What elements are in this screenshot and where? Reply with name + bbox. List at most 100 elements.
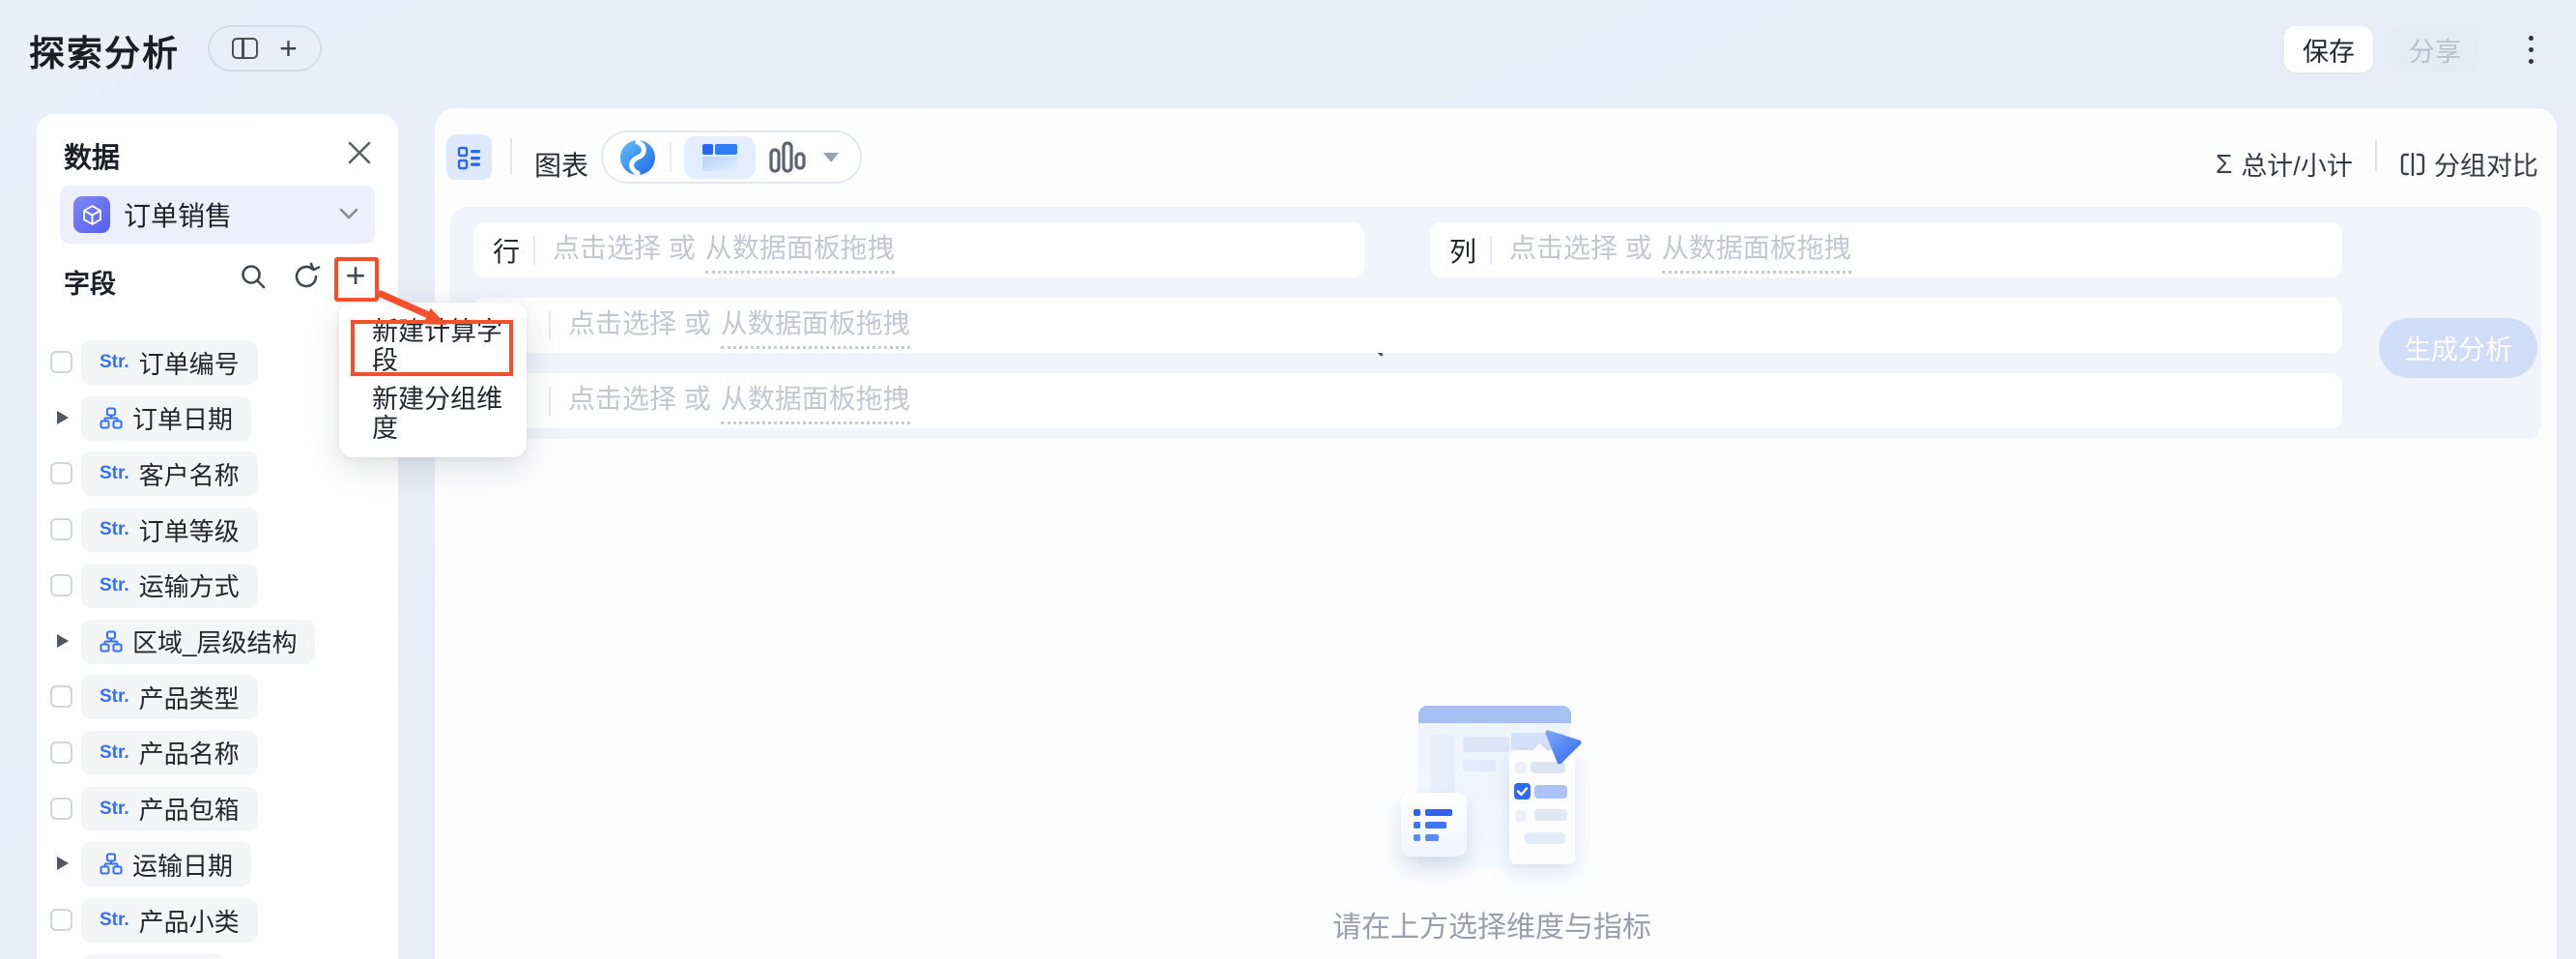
field-config-button[interactable] bbox=[446, 134, 492, 180]
column-shelf-placeholder: 点击选择 或 从数据面板拖拽 bbox=[1509, 227, 1851, 274]
dataset-name: 订单销售 bbox=[124, 201, 233, 231]
field-pill[interactable]: Str. 产品类型 bbox=[81, 675, 258, 720]
empty-state-caption: 请在上方选择维度与指标 bbox=[1332, 912, 1651, 944]
more-menu-icon[interactable] bbox=[2529, 36, 2533, 64]
field-checkbox[interactable] bbox=[50, 741, 72, 764]
string-type-badge: Str. bbox=[100, 798, 129, 819]
field-name: 运输方式 bbox=[138, 572, 240, 602]
dataset-selector[interactable]: 订单销售 bbox=[60, 186, 375, 244]
group-compare-toggle[interactable]: 分组对比 bbox=[2400, 145, 2538, 183]
add-view-icon[interactable]: + bbox=[279, 33, 298, 64]
field-checkbox[interactable] bbox=[50, 797, 72, 820]
expand-arrow-icon[interactable] bbox=[57, 633, 69, 648]
field-checkbox[interactable] bbox=[50, 462, 72, 485]
field-pill[interactable]: Str. 运输方式 bbox=[81, 563, 258, 608]
bar-chart-icon[interactable] bbox=[768, 140, 807, 174]
page-title: 探索分析 bbox=[29, 34, 180, 73]
field-checkbox[interactable] bbox=[50, 351, 72, 373]
field-checkbox[interactable] bbox=[50, 685, 72, 709]
sigma-icon: Σ bbox=[2216, 148, 2233, 179]
field-row: Str. 产品包箱 bbox=[37, 786, 398, 831]
string-type-badge: Str. bbox=[100, 463, 129, 484]
toolbar-divider bbox=[510, 138, 512, 175]
field-checkbox[interactable] bbox=[50, 909, 72, 931]
chart-type-switcher bbox=[601, 131, 862, 184]
chevron-down-icon bbox=[339, 208, 358, 219]
checked-checkbox-icon bbox=[1516, 787, 1529, 797]
field-pill[interactable]: 订单日期 bbox=[81, 395, 252, 441]
totals-toggle[interactable]: Σ 总计/小计 bbox=[2216, 145, 2353, 183]
close-icon[interactable] bbox=[346, 139, 373, 166]
field-checkbox[interactable] bbox=[50, 518, 72, 541]
share-button[interactable]: 分享 bbox=[2390, 26, 2479, 73]
pill-divider bbox=[670, 142, 672, 172]
expand-arrow-icon[interactable] bbox=[57, 857, 69, 871]
shelf-2-placeholder: 点击选择 或 从数据面板拖拽 bbox=[568, 303, 910, 349]
data-panel: 数据 订单销售 字段 + Str. 订单编号 订单日期 Str. 客户名称 St… bbox=[37, 114, 398, 959]
row-shelf[interactable]: 行 点击选择 或 从数据面板拖拽 bbox=[473, 222, 1364, 277]
field-pill[interactable]: Str. 产品名称 bbox=[81, 730, 258, 775]
refresh-icon[interactable] bbox=[291, 261, 322, 292]
field-row: Str. 产品类型 bbox=[37, 675, 398, 720]
row-shelf-placeholder: 点击选择 或 从数据面板拖拽 bbox=[553, 227, 895, 274]
field-name: 产品包箱 bbox=[138, 796, 240, 826]
table-chart-type-selected[interactable] bbox=[684, 135, 756, 179]
field-row: Str. 运输方式 bbox=[37, 563, 398, 608]
field-name: 订单等级 bbox=[138, 516, 240, 546]
menu-item-new-group-dimension[interactable]: 新建分组维度 bbox=[339, 385, 527, 443]
field-row: 区域_层级结构 bbox=[37, 619, 398, 664]
field-pill[interactable]: Str. 产品包箱 bbox=[81, 786, 258, 831]
split-panel-icon[interactable] bbox=[232, 38, 259, 59]
form-list-icon bbox=[457, 146, 480, 169]
app: 探索分析 + 保存 分享 数据 订单销售 字段 + Str. 订单编号 订单日期… bbox=[0, 0, 2576, 959]
column-shelf-label: 列 bbox=[1449, 236, 1477, 267]
field-pill[interactable]: Str. 订单编号 bbox=[81, 340, 258, 385]
shelf-area: 行 点击选择 或 从数据面板拖拽 ⇌ 列 点击选择 或 从数据面板拖拽 生成分析 bbox=[450, 207, 2541, 439]
field-name: 区域_层级结构 bbox=[132, 628, 298, 657]
hierarchy-icon bbox=[100, 853, 123, 875]
string-type-badge: Str. bbox=[100, 574, 129, 596]
field-name: 产品小类 bbox=[138, 907, 240, 937]
analysis-canvas: 图表 Σ 总计/小计 分组对比 行 点击选择 或 从数据面板拖拽 列 点击选择 … bbox=[435, 108, 2557, 959]
field-pill bbox=[81, 954, 226, 959]
table-icon bbox=[702, 143, 737, 171]
row-shelf-label: 行 bbox=[493, 236, 521, 267]
field-pill[interactable]: 区域_层级结构 bbox=[81, 619, 316, 664]
field-name: 订单编号 bbox=[138, 349, 240, 379]
string-type-badge: Str. bbox=[100, 686, 129, 708]
chart-type-caret-icon[interactable] bbox=[823, 152, 839, 162]
field-checkbox[interactable] bbox=[50, 573, 72, 596]
field-pill[interactable]: Str. 订单等级 bbox=[81, 508, 258, 553]
list-card-mock bbox=[1401, 793, 1467, 857]
shelf-3[interactable]: 点击选择 或 从数据面板拖拽 bbox=[473, 373, 2342, 428]
dataset-cube-icon bbox=[73, 196, 110, 233]
field-pill[interactable]: 运输日期 bbox=[81, 842, 252, 887]
generate-analysis-button[interactable]: 生成分析 bbox=[2379, 318, 2537, 378]
fields-title: 字段 bbox=[64, 270, 116, 299]
shelf-3-placeholder: 点击选择 或 从数据面板拖拽 bbox=[568, 378, 910, 424]
field-name: 客户名称 bbox=[138, 460, 240, 490]
column-shelf[interactable]: 列 点击选择 或 从数据面板拖拽 bbox=[1430, 222, 2342, 277]
field-name: 产品类型 bbox=[138, 683, 240, 713]
save-button[interactable]: 保存 bbox=[2284, 26, 2373, 73]
chart-label: 图表 bbox=[534, 151, 589, 181]
group-compare-icon bbox=[2400, 152, 2425, 176]
hierarchy-icon bbox=[100, 630, 123, 652]
group-compare-label: 分组对比 bbox=[2434, 152, 2538, 181]
field-row: 运输日期 bbox=[37, 842, 398, 887]
annotation-arrow bbox=[377, 290, 446, 325]
shelf-2[interactable]: 点击选择 或 从数据面板拖拽 bbox=[473, 298, 2342, 353]
field-row: Str. 产品名称 bbox=[37, 730, 398, 775]
ai-logo-icon[interactable] bbox=[618, 138, 657, 177]
search-icon[interactable] bbox=[238, 261, 269, 292]
field-row-partial bbox=[37, 954, 398, 959]
expand-arrow-icon[interactable] bbox=[57, 410, 69, 424]
string-type-badge: Str. bbox=[100, 519, 129, 540]
data-panel-title: 数据 bbox=[64, 143, 121, 174]
field-pill[interactable]: Str. 客户名称 bbox=[81, 451, 258, 497]
totals-label: 总计/小计 bbox=[2241, 152, 2353, 181]
field-pill[interactable]: Str. 产品小类 bbox=[81, 898, 258, 943]
cursor-icon bbox=[1545, 730, 1582, 765]
field-name: 产品名称 bbox=[138, 740, 240, 770]
string-type-badge: Str. bbox=[100, 352, 129, 372]
